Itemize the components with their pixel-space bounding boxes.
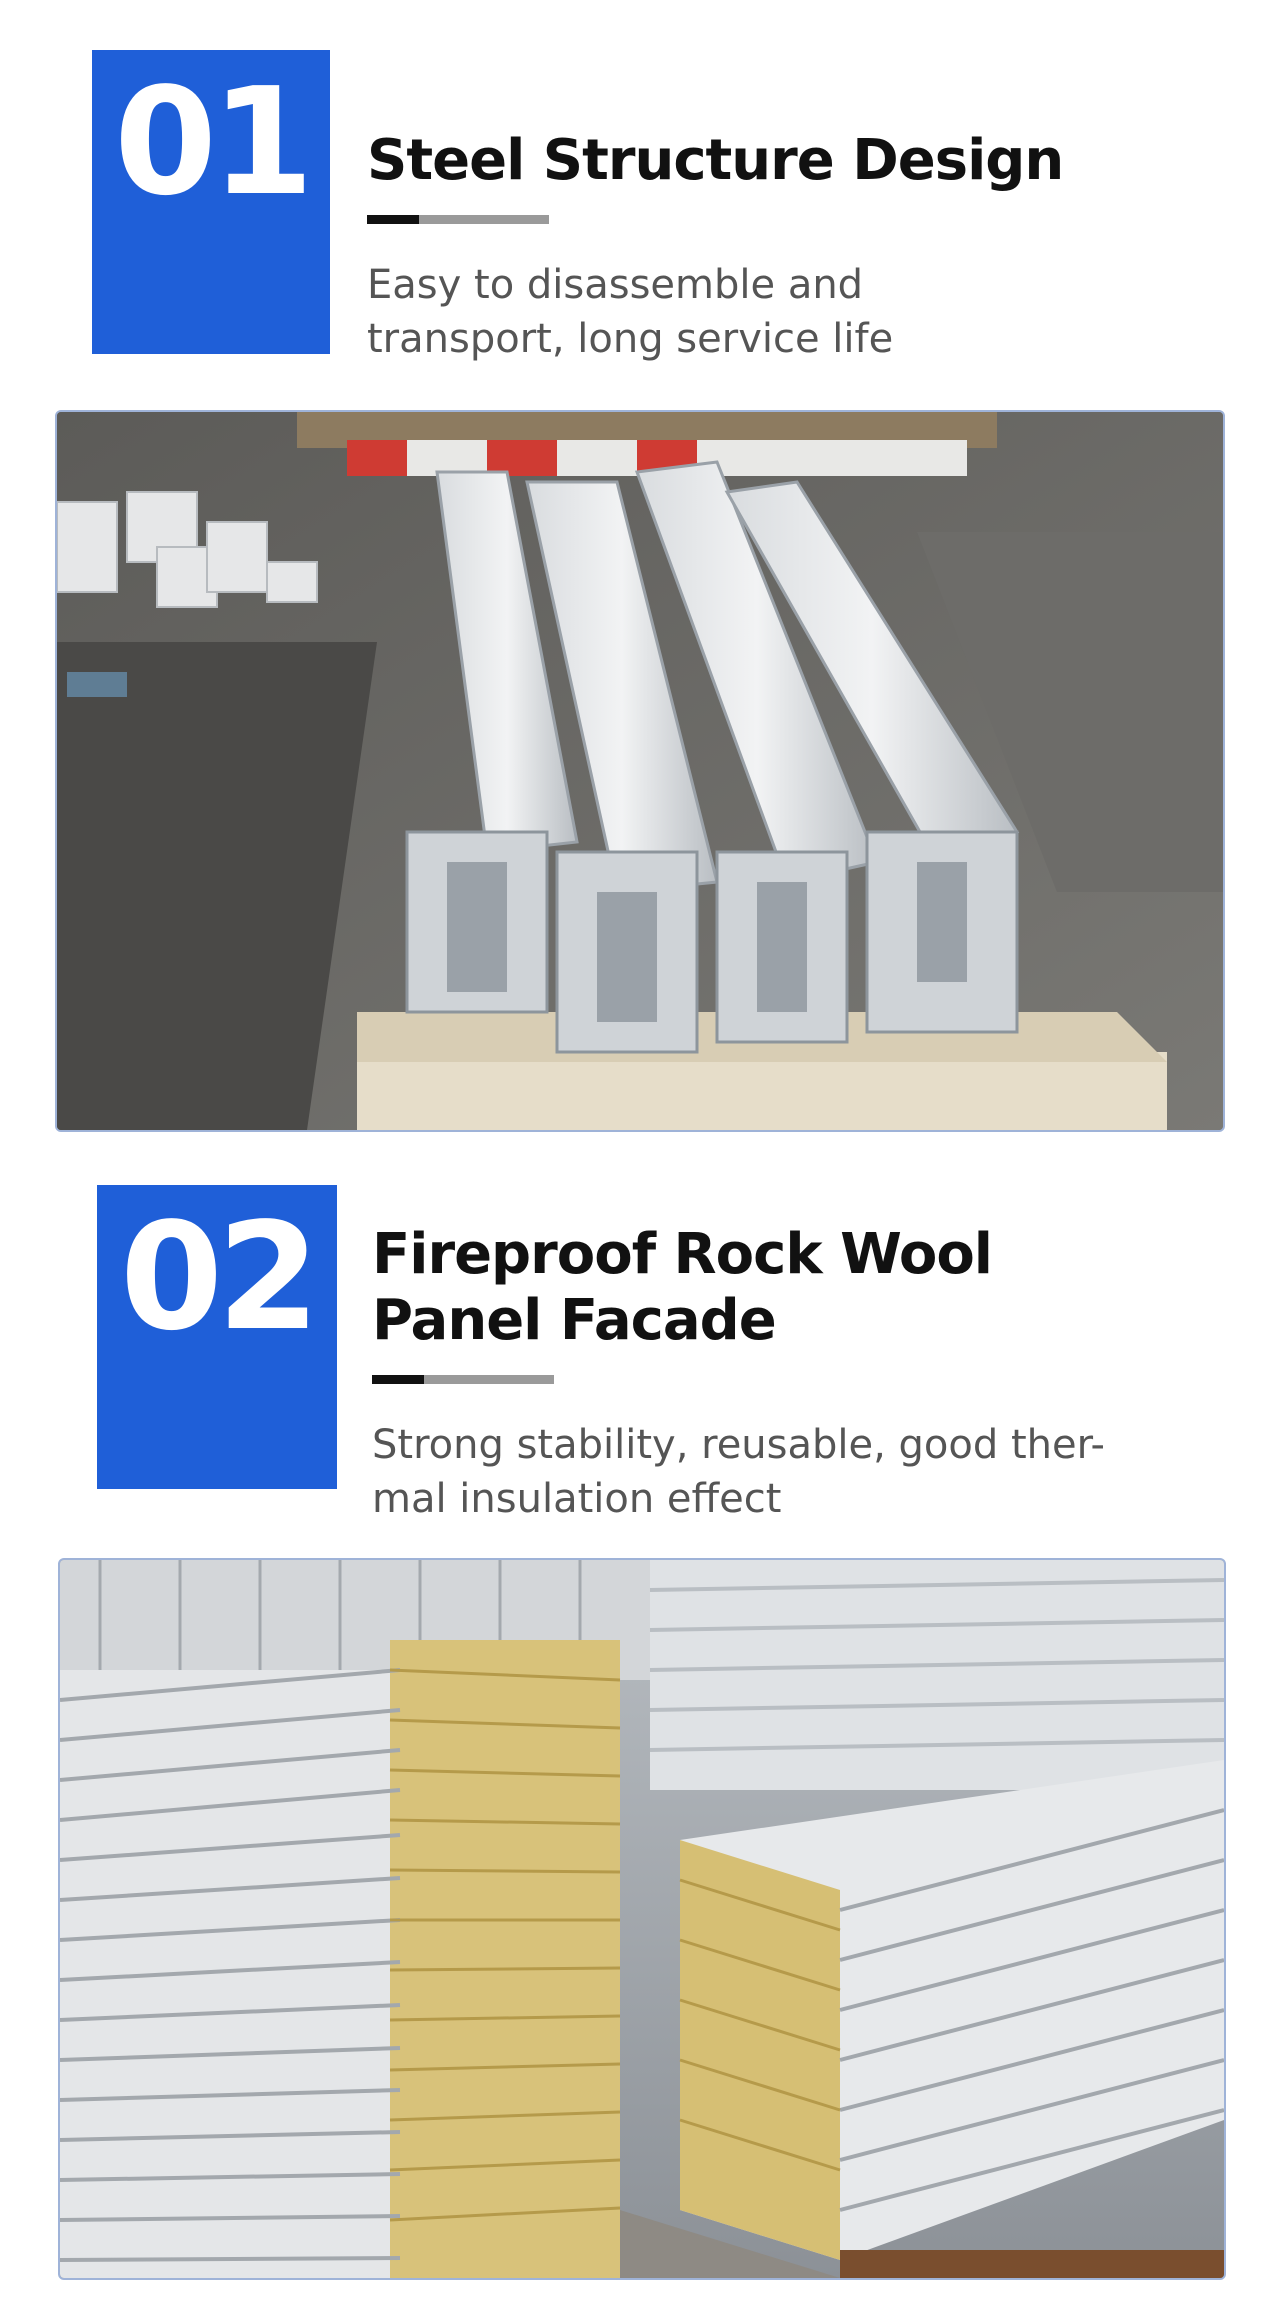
steel-beams-photo [55, 410, 1225, 1132]
title-line: Panel Facade [372, 1288, 777, 1353]
feature-title: Fireproof Rock Wool Panel Facade [372, 1222, 993, 1354]
description-line: Easy to disassemble and [367, 262, 864, 308]
feature-title: Steel Structure Design [367, 128, 1064, 193]
feature-description: Strong stability, reusable, good ther- m… [372, 1418, 1105, 1526]
feature-description: Easy to disassemble and transport, long … [367, 258, 893, 366]
title-underline [367, 215, 549, 224]
title-line: Fireproof Rock Wool [372, 1222, 993, 1287]
number-badge: 01 [92, 50, 330, 354]
description-line: transport, long service life [367, 316, 894, 362]
title-underline [372, 1375, 554, 1384]
rock-wool-panels-photo [58, 1558, 1226, 2280]
feature-rock-wool-panel: 02 Fireproof Rock Wool Panel Facade Stro… [0, 1140, 1280, 2308]
feature-steel-structure: 01 Steel Structure Design Easy to disass… [0, 0, 1280, 1140]
number-badge: 02 [97, 1185, 337, 1489]
feature-number: 01 [114, 56, 314, 228]
description-line: mal insulation effect [372, 1476, 782, 1522]
feature-number: 02 [120, 1191, 320, 1363]
description-line: Strong stability, reusable, good ther- [372, 1422, 1105, 1468]
